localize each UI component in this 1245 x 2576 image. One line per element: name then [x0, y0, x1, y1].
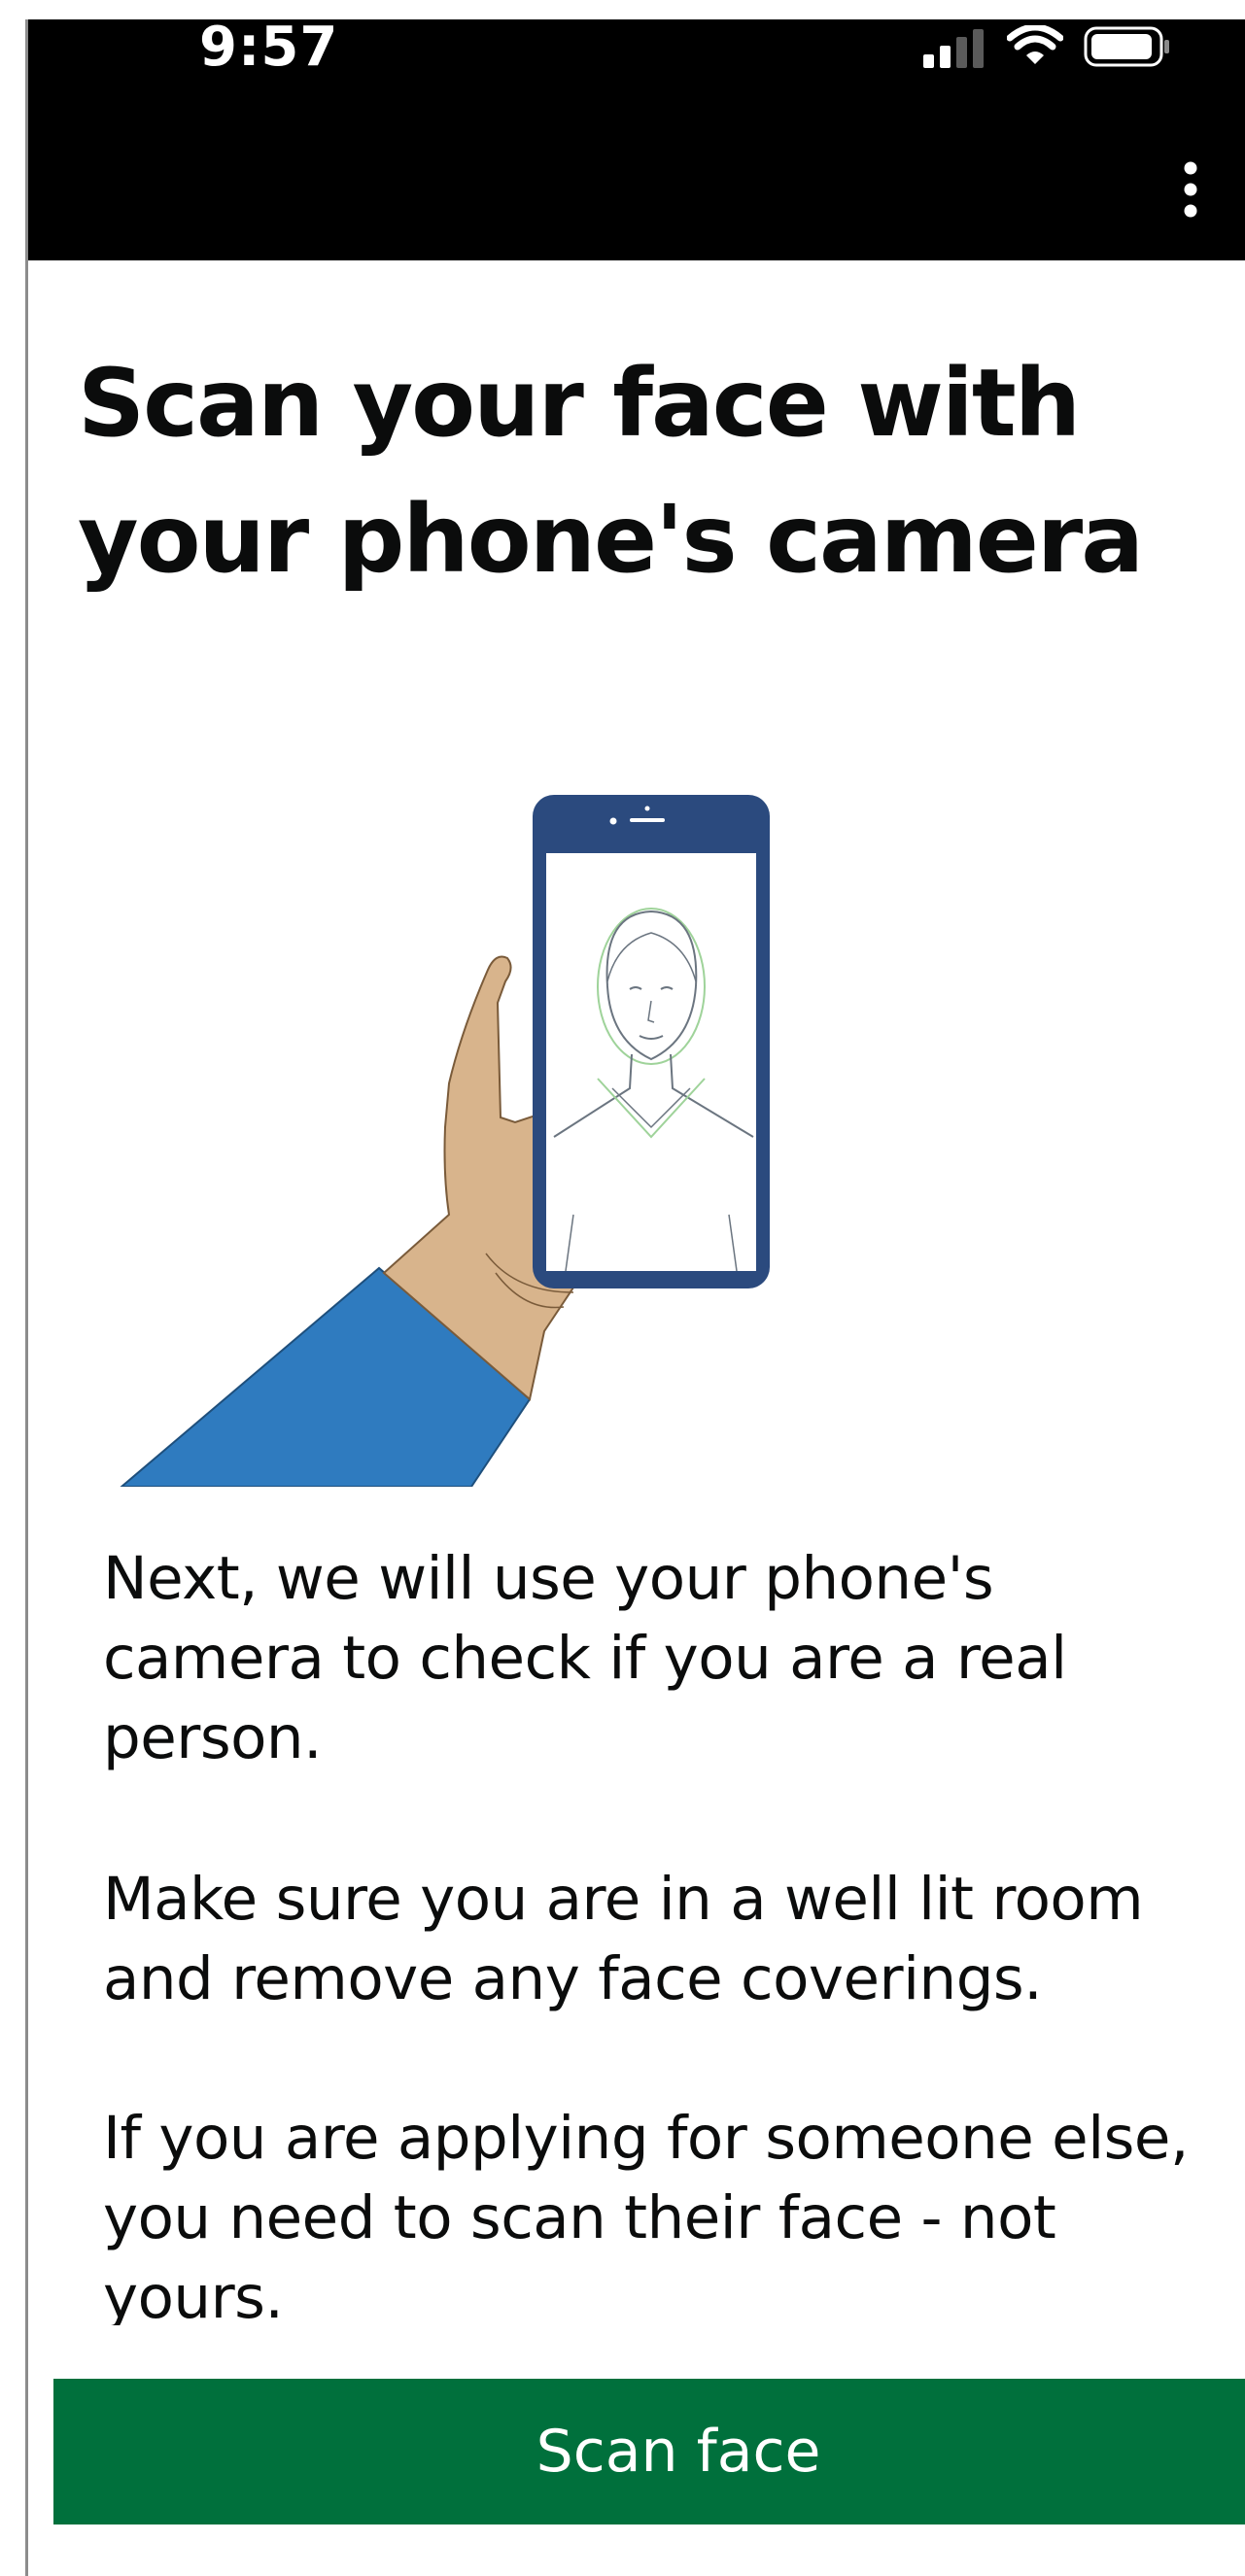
phone-screen [546, 853, 756, 1271]
intro-paragraph: Next, we will use your phone's camera to… [103, 1544, 1067, 1772]
device-frame-edge [25, 19, 28, 2576]
status-time: 9:57 [199, 16, 339, 79]
scan-face-button[interactable]: Scan face [53, 2379, 1245, 2524]
signal-icon [923, 29, 984, 68]
battery-icon [1084, 26, 1169, 67]
lighting-paragraph: Make sure you are in a well lit room and… [103, 1865, 1144, 2013]
face-scan-illustration [120, 795, 770, 1487]
wifi-icon [1007, 25, 1063, 64]
more-vertical-icon[interactable] [1164, 160, 1217, 219]
someone-else-paragraph: If you are applying for someone else, yo… [103, 2104, 1189, 2325]
app-screen: 9:57 Scan your face with your phone's ca… [0, 0, 1245, 2576]
page-title: Scan your face with your phone's camera [78, 349, 1144, 594]
scan-face-button-label: Scan face [536, 2418, 821, 2486]
